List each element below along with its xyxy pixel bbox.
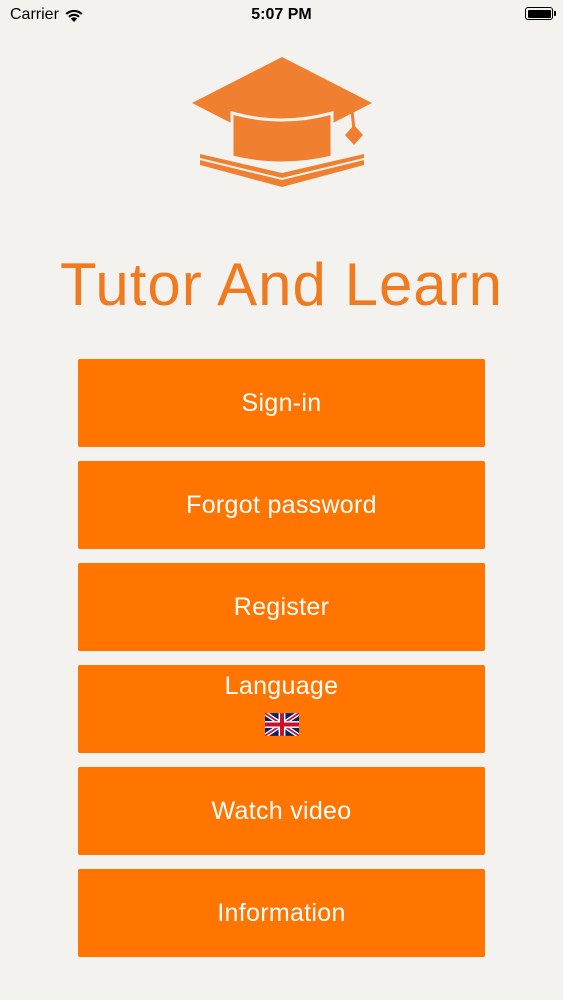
uk-flag-icon — [264, 713, 299, 736]
forgot-password-label: Forgot password — [186, 490, 377, 519]
information-button[interactable]: Information — [78, 869, 485, 957]
main-menu: Sign-in Forgot password Register Languag… — [78, 359, 485, 971]
register-button[interactable]: Register — [78, 563, 485, 651]
sign-in-button[interactable]: Sign-in — [78, 359, 485, 447]
status-bar: Carrier 5:07 PM — [0, 0, 563, 30]
language-label: Language — [224, 672, 339, 700]
forgot-password-button[interactable]: Forgot password — [78, 461, 485, 549]
watch-video-button[interactable]: Watch video — [78, 767, 485, 855]
graduation-cap-icon — [192, 57, 372, 187]
battery-icon — [525, 7, 556, 20]
information-label: Information — [217, 898, 346, 927]
language-button[interactable]: Language — [78, 665, 485, 753]
register-label: Register — [233, 592, 330, 621]
watch-video-label: Watch video — [211, 796, 352, 825]
app-title: Tutor And Learn — [59, 251, 504, 318]
sign-in-label: Sign-in — [241, 388, 322, 417]
status-time: 5:07 PM — [251, 6, 312, 23]
